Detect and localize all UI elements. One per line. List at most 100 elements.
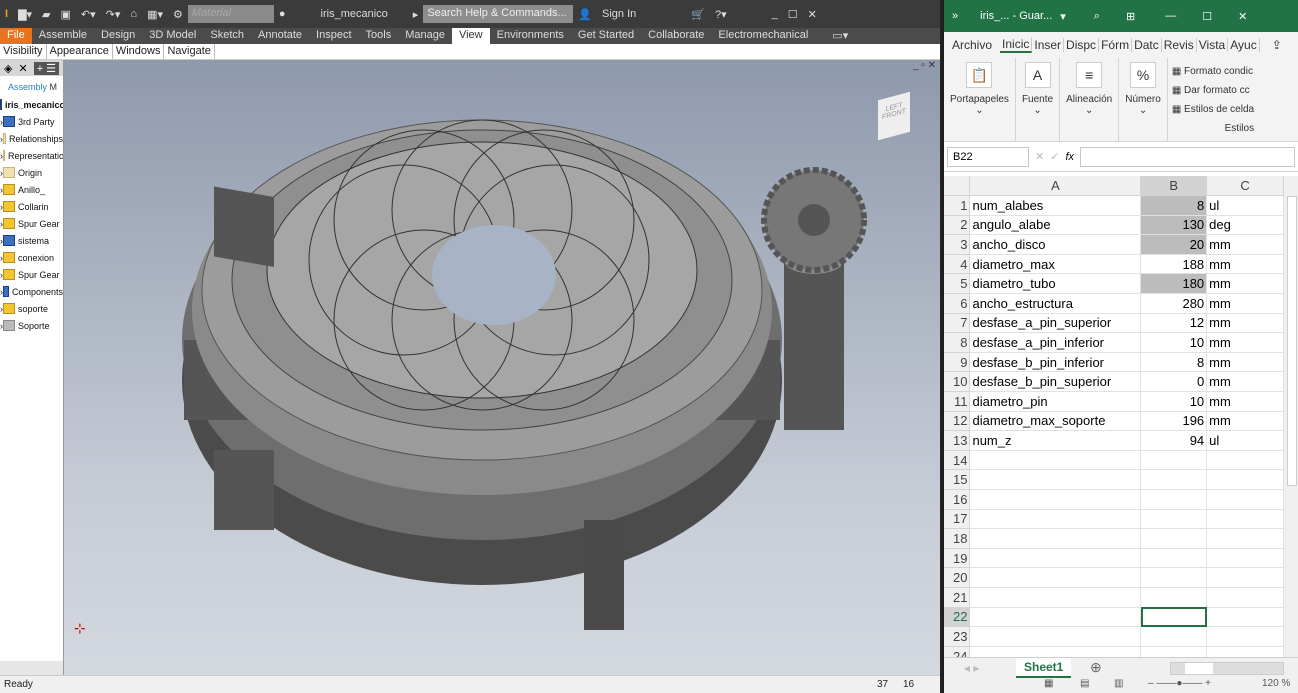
row-header[interactable]: 3 — [944, 234, 971, 255]
cell-c18[interactable] — [1206, 528, 1284, 549]
cell-c13[interactable]: ul — [1206, 430, 1284, 451]
tree-item[interactable]: › conexion — [0, 249, 63, 266]
cell-a15[interactable] — [969, 469, 1142, 490]
ribbon-options-icon[interactable]: ▭▾ — [825, 28, 855, 44]
add-sheet-icon[interactable]: ⊕ — [1090, 659, 1102, 676]
tree-root[interactable]: iris_mecanico — [0, 96, 63, 113]
share-icon[interactable]: ⇪ — [1270, 38, 1284, 52]
maximize-button[interactable]: ☐ — [788, 8, 798, 21]
cell-c15[interactable] — [1206, 469, 1284, 490]
cell-a9[interactable]: desfase_b_pin_inferior — [969, 352, 1142, 373]
cell-b17[interactable] — [1140, 509, 1208, 530]
row-header[interactable]: 18 — [944, 528, 971, 549]
cell-b5[interactable]: 180 — [1140, 273, 1208, 295]
cell-a22[interactable] — [969, 607, 1142, 628]
tab-insertar[interactable]: Inser — [1032, 38, 1065, 52]
expand-icon[interactable]: ▸ — [413, 8, 419, 21]
enter-icon[interactable]: ✓ — [1050, 150, 1059, 163]
tab-tools[interactable]: Tools — [359, 28, 399, 44]
browser-tab-modeling[interactable]: M — [50, 82, 58, 92]
cell-c6[interactable]: mm — [1206, 293, 1284, 314]
format-as-table-button[interactable]: ▦ Dar formato cc — [1172, 81, 1254, 100]
maximize-button[interactable]: ☐ — [1202, 10, 1212, 23]
cell-a10[interactable]: desfase_b_pin_superior — [969, 371, 1142, 393]
cell-a7[interactable]: desfase_a_pin_superior — [969, 313, 1142, 334]
more-commands-icon[interactable]: » — [952, 10, 958, 22]
conditional-format-button[interactable]: ▦ Formato condic — [1172, 62, 1254, 81]
cell-a23[interactable] — [969, 626, 1142, 647]
sheet-tab[interactable]: Sheet1 — [1016, 658, 1072, 678]
group-numero[interactable]: % Número ⌄ — [1119, 58, 1168, 141]
tab-vista[interactable]: Vista — [1197, 38, 1229, 52]
row-header[interactable]: 11 — [944, 391, 971, 412]
tree-item[interactable]: › Spur Gear — [0, 266, 63, 283]
cell-a12[interactable]: diametro_max_soporte — [969, 411, 1142, 432]
cell-b1[interactable]: 8 — [1140, 195, 1208, 216]
cell-a11[interactable]: diametro_pin — [969, 391, 1142, 412]
group-fuente[interactable]: A Fuente ⌄ — [1016, 58, 1061, 141]
tree-item[interactable]: › Anillo_ — [0, 181, 63, 198]
page-layout-icon[interactable]: ▤ — [1080, 678, 1089, 689]
tab-inicio[interactable]: Inicic — [1000, 37, 1033, 53]
panel-navigate[interactable]: Navigate — [164, 44, 215, 59]
tree-item[interactable]: › 3rd Party — [0, 113, 63, 130]
help-icon[interactable]: ?▾ — [715, 8, 727, 21]
home-icon[interactable]: ⌂ — [130, 8, 137, 20]
redo-icon[interactable]: ↷▾ — [106, 8, 121, 21]
tab-inspect[interactable]: Inspect — [309, 28, 358, 44]
tab-annotate[interactable]: Annotate — [251, 28, 309, 44]
tree-item[interactable]: › sistema — [0, 232, 63, 249]
row-header[interactable]: 5 — [944, 273, 971, 295]
row-header[interactable]: 10 — [944, 371, 971, 393]
minimize-button[interactable]: — — [1165, 10, 1176, 22]
row-header[interactable]: 7 — [944, 313, 971, 334]
viewcube[interactable]: LEFT FRONT — [878, 91, 910, 141]
row-header[interactable]: 6 — [944, 293, 971, 314]
tree-item[interactable]: › Relationships — [0, 130, 63, 147]
close-button[interactable]: ✕ — [808, 8, 817, 21]
tab-file[interactable]: File — [0, 28, 32, 44]
row-header[interactable]: 16 — [944, 489, 971, 510]
cell-b15[interactable] — [1140, 469, 1208, 490]
appearance-icon[interactable]: ⚙ — [173, 8, 183, 21]
undo-icon[interactable]: ↶▾ — [81, 8, 96, 21]
cell-a21[interactable] — [969, 587, 1142, 608]
cell-styles-button[interactable]: ▦ Estilos de celda — [1172, 100, 1254, 119]
cell-a1[interactable]: num_alabes — [969, 195, 1142, 216]
cell-c20[interactable] — [1206, 567, 1284, 588]
tab-ayuda[interactable]: Ayuc — [1228, 38, 1260, 52]
column-header[interactable]: B — [1140, 176, 1208, 197]
column-header[interactable]: C — [1206, 176, 1284, 197]
cell-b13[interactable]: 94 — [1140, 430, 1208, 451]
cell-c7[interactable]: mm — [1206, 313, 1284, 334]
color-wheel-icon[interactable]: ● — [279, 8, 286, 20]
formula-input[interactable] — [1080, 146, 1295, 167]
cell-a13[interactable]: num_z — [969, 430, 1142, 451]
page-break-icon[interactable]: ▥ — [1114, 678, 1123, 689]
open-icon[interactable]: ▰ — [42, 8, 50, 21]
panel-visibility[interactable]: Visibility — [0, 44, 47, 59]
zoom-slider[interactable]: – ——●—— + — [1148, 678, 1211, 689]
tab-design[interactable]: Design — [94, 28, 142, 44]
column-header[interactable]: A — [969, 176, 1142, 197]
browser-hscrollbar[interactable] — [0, 661, 63, 675]
cell-a18[interactable] — [969, 528, 1142, 549]
tab-formulas[interactable]: Fórm — [1099, 38, 1133, 52]
panel-windows[interactable]: Windows — [113, 44, 165, 59]
group-alineacion[interactable]: ≡ Alineación ⌄ — [1060, 58, 1120, 141]
cell-b23[interactable] — [1140, 626, 1208, 647]
normal-view-icon[interactable]: ▦ — [1044, 678, 1053, 689]
row-header[interactable]: 17 — [944, 509, 971, 530]
user-icon[interactable]: 👤 — [578, 8, 592, 21]
excel-doc-title[interactable]: iris_... - Guar... — [980, 10, 1052, 22]
minimize-button[interactable]: _ — [772, 8, 778, 20]
row-header[interactable]: 19 — [944, 548, 971, 569]
tab-environments[interactable]: Environments — [490, 28, 571, 44]
row-header[interactable]: 23 — [944, 626, 971, 647]
cell-a8[interactable]: desfase_a_pin_inferior — [969, 332, 1142, 353]
cell-b12[interactable]: 196 — [1140, 411, 1208, 432]
cart-icon[interactable]: 🛒 — [691, 8, 705, 21]
cell-c11[interactable]: mm — [1206, 391, 1284, 412]
tab-get-started[interactable]: Get Started — [571, 28, 641, 44]
row-header[interactable]: 2 — [944, 215, 971, 236]
